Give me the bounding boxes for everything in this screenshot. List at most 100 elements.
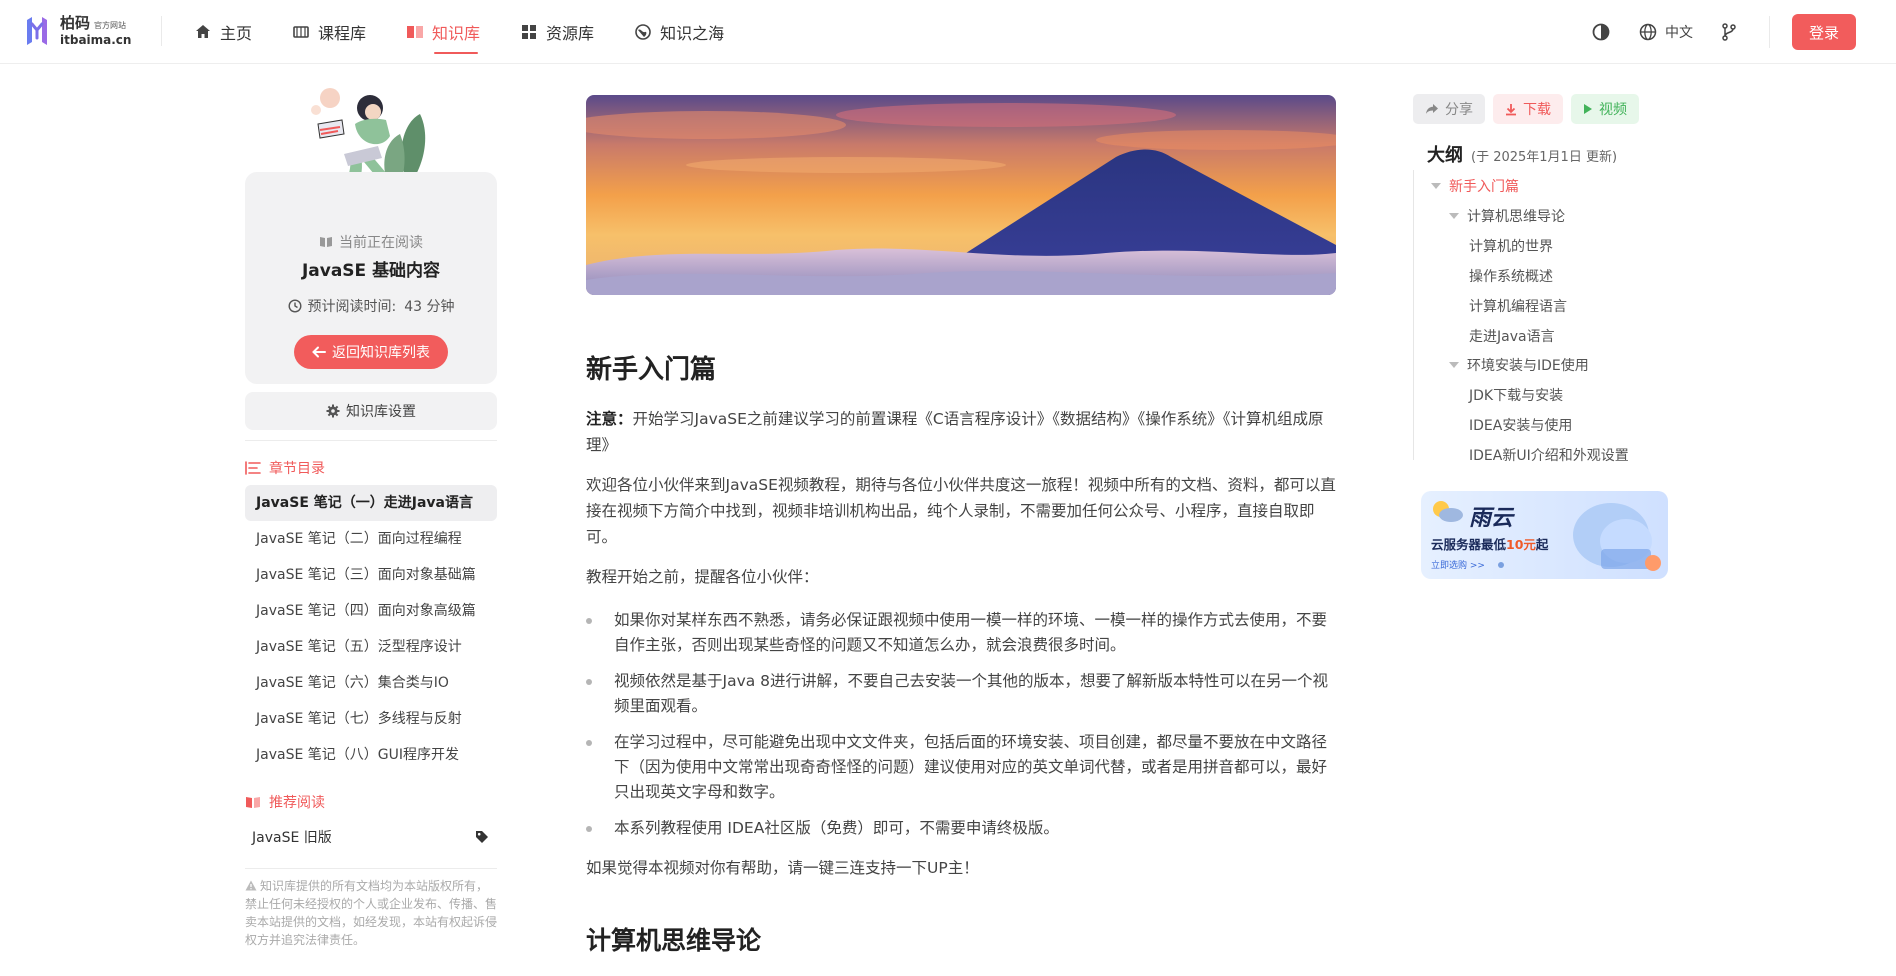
toc-item[interactable]: 计算机的世界: [1469, 236, 1553, 256]
ad-price: 10元: [1506, 537, 1536, 552]
login-button[interactable]: 登录: [1792, 14, 1856, 50]
svg-text:云服务器最低10元起: 云服务器最低10元起: [1431, 537, 1549, 552]
nav-knowledge-label: 知识库: [432, 24, 481, 43]
knowledge-settings-button[interactable]: 知识库设置: [245, 392, 497, 430]
header-right-divider: [1769, 16, 1770, 48]
recommend-item[interactable]: JavaSE 旧版: [245, 822, 497, 852]
toc-item-label: 环境安装与IDE使用: [1467, 358, 1589, 374]
nav-courses-label: 课程库: [318, 24, 367, 43]
logo-domain: itbaima.cn: [60, 33, 132, 48]
arrow-left-icon: [312, 346, 326, 358]
chapter-item[interactable]: JavaSE 笔记（八）GUI程序开发: [245, 737, 497, 773]
article-note-label: 注意：: [586, 410, 633, 428]
list-item: 本系列教程使用 IDEA社区版（免费）即可，不需要申请终极版。: [586, 816, 1336, 841]
play-icon: [1584, 104, 1592, 114]
branch-icon[interactable]: [1719, 22, 1739, 42]
download-button[interactable]: 下载: [1493, 94, 1563, 124]
list-item: 如果你对某样东西不熟悉，请务必保证跟视频中使用一模一样的环境、一模一样的操作方式…: [586, 608, 1336, 658]
main-nav: 主页 课程库 知识库 资源库 知识之海: [194, 0, 764, 64]
nav-home-label: 主页: [220, 24, 253, 43]
recommend-heading-label: 推荐阅读: [269, 795, 325, 811]
reading-label: 当前正在阅读: [339, 235, 423, 251]
toc-item[interactable]: IDEA新UI介绍和外观设置: [1469, 445, 1629, 465]
toc-item[interactable]: 操作系统概述: [1469, 266, 1553, 286]
logo-icon: [22, 14, 52, 48]
article: 新手入门篇 注意：开始学习JavaSE之前建议学习的前置课程《C语言程序设计》《…: [586, 95, 1336, 957]
nav-courses[interactable]: 课程库: [292, 0, 366, 64]
toc-item[interactable]: 走进Java语言: [1469, 326, 1555, 346]
clock-icon: [287, 299, 302, 313]
chapters-heading-label: 章节目录: [269, 461, 325, 477]
chapter-item[interactable]: JavaSE 笔记（七）多线程与反射: [245, 701, 497, 737]
copyright-text: 知识库提供的所有文档均为本站版权所有，禁止任何未经授权的个人或企业发布、传播、售…: [245, 879, 498, 947]
globe-icon: [634, 23, 652, 41]
toc-item-label: 计算机思维导论: [1467, 209, 1565, 225]
video-label: 视频: [1599, 102, 1627, 118]
caret-down-icon: [1431, 183, 1441, 189]
sidebar-divider-bottom: [245, 868, 497, 869]
toc-item[interactable]: 计算机编程语言: [1469, 296, 1567, 316]
chapter-item[interactable]: JavaSE 笔记（六）集合类与IO: [245, 665, 497, 701]
advertisement-banner[interactable]: 雨云 云服务器最低10元起 立即选购 >>: [1421, 491, 1668, 579]
toc-item[interactable]: 计算机思维导论: [1449, 206, 1565, 226]
nav-resources-label: 资源库: [546, 24, 595, 43]
logo-name: 柏码: [60, 14, 91, 33]
reading-time-label: 预计阅读时间:: [307, 299, 397, 315]
knowledge-settings-label: 知识库设置: [346, 404, 416, 420]
outline-title: 大纲: [1427, 145, 1463, 166]
nav-home[interactable]: 主页: [194, 0, 252, 64]
ad-brand: 雨云: [1469, 506, 1515, 531]
top-header: 柏码 官方网站 itbaima.cn 主页 课程库 知识库 资源库 知识之海 中…: [0, 0, 1896, 64]
nav-knowledge[interactable]: 知识库: [406, 0, 480, 64]
article-note-text: 开始学习JavaSE之前建议学习的前置课程《C语言程序设计》《数据结构》《操作系…: [586, 410, 1324, 454]
home-icon: [194, 23, 212, 41]
article-bullet-list: 如果你对某样东西不熟悉，请务必保证跟视频中使用一模一样的环境、一模一样的操作方式…: [586, 608, 1336, 841]
grid-icon: [520, 23, 538, 41]
header-divider: [161, 16, 162, 46]
video-button[interactable]: 视频: [1571, 94, 1639, 124]
article-actions: 分享 下载 视频: [1413, 94, 1647, 124]
language-icon: [1639, 23, 1657, 41]
chapters-heading: 章节目录: [245, 458, 325, 478]
chapter-item[interactable]: JavaSE 笔记（五）泛型程序设计: [245, 629, 497, 665]
chapter-item[interactable]: JavaSE 笔记（一）走进Java语言: [245, 485, 497, 521]
chapter-item[interactable]: JavaSE 笔记（三）面向对象基础篇: [245, 557, 497, 593]
chapter-item[interactable]: JavaSE 笔记（二）面向过程编程: [245, 521, 497, 557]
article-paragraph: 欢迎各位小伙伴来到JavaSE视频教程，期待与各位小伙伴共度这一旅程！视频中所有…: [586, 476, 1336, 546]
sidebar-divider: [245, 440, 497, 441]
logo-subtitle: 官方网站: [94, 21, 127, 31]
language-switcher[interactable]: 中文: [1639, 22, 1693, 42]
outline-toc: 新手入门篇 计算机思维导论 计算机的世界 操作系统概述 计算机编程语言 走进Ja…: [1413, 170, 1633, 464]
caret-down-icon: [1449, 362, 1459, 368]
toc-item[interactable]: 新手入门篇: [1431, 176, 1519, 196]
toc-item[interactable]: 环境安装与IDE使用: [1449, 355, 1589, 375]
nav-sea[interactable]: 知识之海: [634, 0, 724, 64]
contrast-icon[interactable]: [1591, 22, 1611, 42]
recommend-item-label: JavaSE 旧版: [252, 830, 332, 846]
toc-item[interactable]: IDEA安装与使用: [1469, 415, 1572, 435]
outline-date: (于 2025年1月1日 更新): [1471, 150, 1618, 165]
back-to-list-button[interactable]: 返回知识库列表: [294, 335, 448, 369]
share-label: 分享: [1445, 102, 1473, 118]
article-note: 注意：开始学习JavaSE之前建议学习的前置课程《C语言程序设计》《数据结构》《…: [586, 406, 1336, 458]
warning-icon: [245, 880, 257, 891]
site-logo[interactable]: 柏码 官方网站 itbaima.cn: [22, 14, 131, 48]
share-button[interactable]: 分享: [1413, 94, 1485, 124]
list-item: 视频依然是基于Java 8进行讲解，不要自己去安装一个其他的版本，想要了解新版本…: [586, 669, 1336, 719]
download-icon: [1506, 103, 1516, 115]
toc-item-label: 新手入门篇: [1449, 179, 1519, 195]
download-label: 下载: [1523, 102, 1551, 118]
chapter-item[interactable]: JavaSE 笔记（四）面向对象高级篇: [245, 593, 497, 629]
caret-down-icon: [1449, 213, 1459, 219]
recommend-heading: 推荐阅读: [245, 792, 325, 812]
ad-headline: 云服务器最低: [1431, 537, 1507, 552]
article-paragraph: 教程开始之前，提醒各位小伙伴：: [586, 568, 819, 586]
outline-header: 大纲 (于 2025年1月1日 更新): [1427, 141, 1617, 167]
nav-sea-label: 知识之海: [660, 24, 725, 43]
copyright-notice: 知识库提供的所有文档均为本站版权所有，禁止任何未经授权的个人或企业发布、传播、售…: [245, 877, 499, 949]
toc-item[interactable]: JDK下载与安装: [1469, 385, 1563, 405]
tag-icon: [476, 831, 488, 843]
nav-resources[interactable]: 资源库: [520, 0, 594, 64]
gear-icon: [326, 404, 340, 418]
article-subheading: 计算机思维导论: [586, 926, 762, 955]
